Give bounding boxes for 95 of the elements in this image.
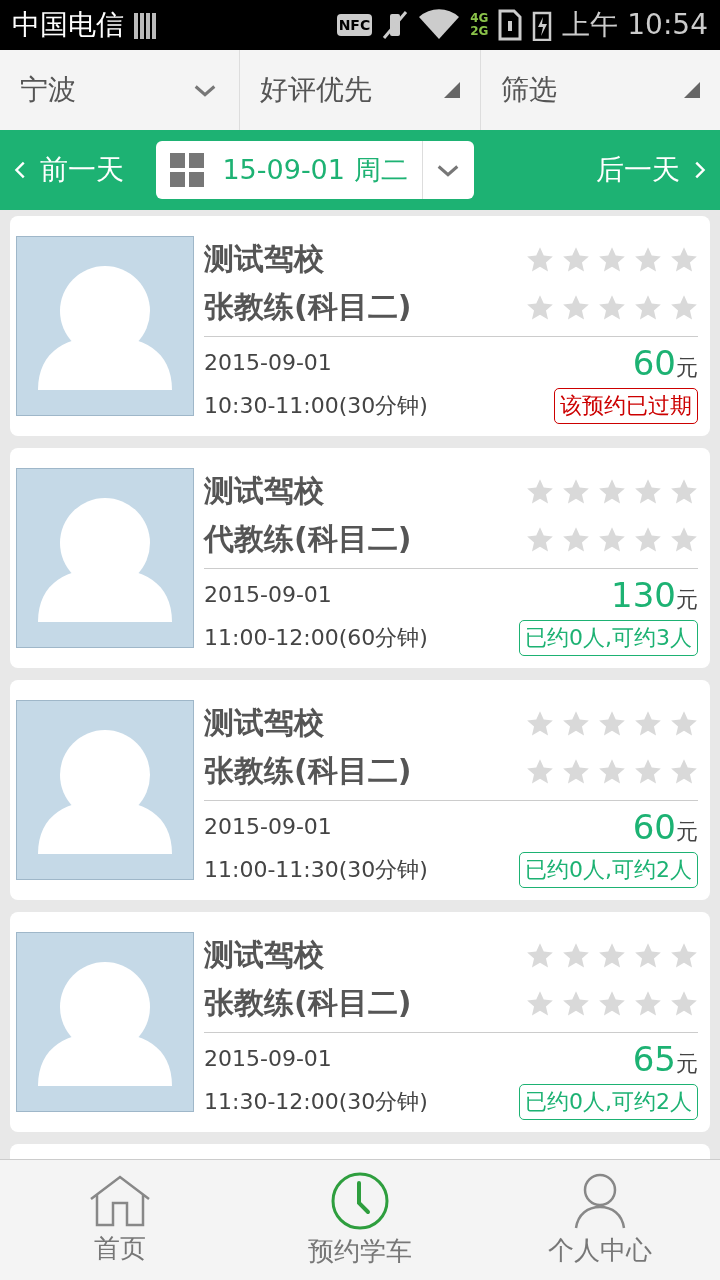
lesson-card[interactable]: 测试驾校 张教练(科目二) 2015-09-01 60元 10:30-11:00(30分钟) 该预约已过期 [10,216,710,436]
price: 60 [632,806,676,847]
star-icon [634,477,662,506]
lesson-time: 10:30-11:00(30分钟) [204,391,428,420]
nav-tab[interactable]: 个人中心 [480,1160,720,1280]
lesson-date: 2015-09-01 [204,582,332,608]
school-name: 测试驾校 [204,936,324,975]
star-icon [526,245,554,274]
coach-name: 张教练(科目二) [204,984,412,1023]
school-name: 测试驾校 [204,472,324,511]
star-icon [562,757,590,786]
star-icon [634,941,662,970]
star-icon [634,709,662,738]
status-tag: 已约0人,可约2人 [519,851,698,888]
star-icon [670,525,698,554]
star-icon [562,709,590,738]
signal-bars-icon [134,11,158,39]
price-unit: 元 [676,1049,698,1078]
avatar-placeholder-icon [16,468,194,648]
status-tag: 已约0人,可约3人 [519,619,698,656]
star-icon [598,525,626,554]
lesson-date: 2015-09-01 [204,814,332,840]
home-icon [89,1174,151,1227]
star-icon [670,245,698,274]
lesson-date: 2015-09-01 [204,1046,332,1072]
avatar-placeholder-icon [16,236,194,416]
nav-tab[interactable]: 预约学车 [240,1160,480,1280]
corner-triangle-icon [684,82,700,98]
avatar-placeholder-icon [16,932,194,1112]
star-icon [598,989,626,1018]
clock-time: 上午 10:54 [562,7,708,43]
star-icon [526,941,554,970]
lesson-card[interactable]: 测试驾校 张教练(科目二) 2015-09-01 65元 11:30-12:00(30分钟) 已约0人,可约2人 [10,912,710,1132]
coach-name: 代教练(科目二) [204,520,412,559]
star-icon [598,293,626,322]
star-icon [562,941,590,970]
lesson-time: 11:30-12:00(30分钟) [204,1087,428,1116]
filter-dropdown[interactable]: 筛选 [480,50,720,130]
price: 65 [632,1038,676,1079]
star-icon [526,525,554,554]
lesson-date: 2015-09-01 [204,350,332,376]
price-unit: 元 [676,585,698,614]
avatar-placeholder-icon [16,700,194,880]
star-icon [670,709,698,738]
star-icon [562,477,590,506]
star-icon [598,477,626,506]
carrier-name: 中国电信 [12,7,124,43]
school-name: 测试驾校 [204,704,324,743]
coach-name: 张教练(科目二) [204,288,412,327]
star-icon [634,245,662,274]
star-icon [598,245,626,274]
corner-triangle-icon [443,82,460,98]
person-icon [574,1172,626,1229]
star-icon [598,941,626,970]
star-icon [634,525,662,554]
battery-icon [532,9,553,41]
lesson-card[interactable]: 测试驾校 代教练(科目二) 2015-09-01 130元 11:00-12:00(60分钟) 已约0人,可约3人 [10,448,710,668]
sim-card-icon [498,9,523,41]
clock-icon [331,1171,389,1230]
price: 130 [611,574,676,615]
status-tag: 已约0人,可约2人 [519,1083,698,1120]
star-icon [562,525,590,554]
nfc-icon: NFC [336,14,373,36]
status-tag: 该预约已过期 [554,387,698,424]
star-icon [670,989,698,1018]
star-icon [562,293,590,322]
star-icon [670,293,698,322]
wifi-icon [418,9,461,41]
price: 60 [632,342,676,383]
price-unit: 元 [676,353,698,382]
lesson-time: 11:00-11:30(30分钟) [204,855,428,884]
price-unit: 元 [676,817,698,846]
star-icon [526,293,554,322]
star-icon [670,941,698,970]
star-icon [634,757,662,786]
star-icon [526,709,554,738]
star-icon [670,477,698,506]
star-icon [526,477,554,506]
star-icon [562,989,590,1018]
star-icon [634,989,662,1018]
star-icon [598,709,626,738]
star-icon [526,757,554,786]
star-icon [598,757,626,786]
coach-name: 张教练(科目二) [204,752,412,791]
lesson-card[interactable]: 测试驾校 张教练(科目二) 2015-09-01 60元 11:00-11:30(30分钟) 已约0人,可约2人 [10,680,710,900]
lesson-time: 11:00-12:00(60分钟) [204,623,428,652]
network-type-icon: 4G 2G [470,12,489,38]
grid-icon [170,153,205,187]
star-icon [562,245,590,274]
school-name: 测试驾校 [204,240,324,279]
star-icon [670,757,698,786]
star-icon [526,989,554,1018]
vibrate-off-icon [382,10,409,40]
star-icon [634,293,662,322]
nav-tab[interactable]: 首页 [0,1160,240,1280]
